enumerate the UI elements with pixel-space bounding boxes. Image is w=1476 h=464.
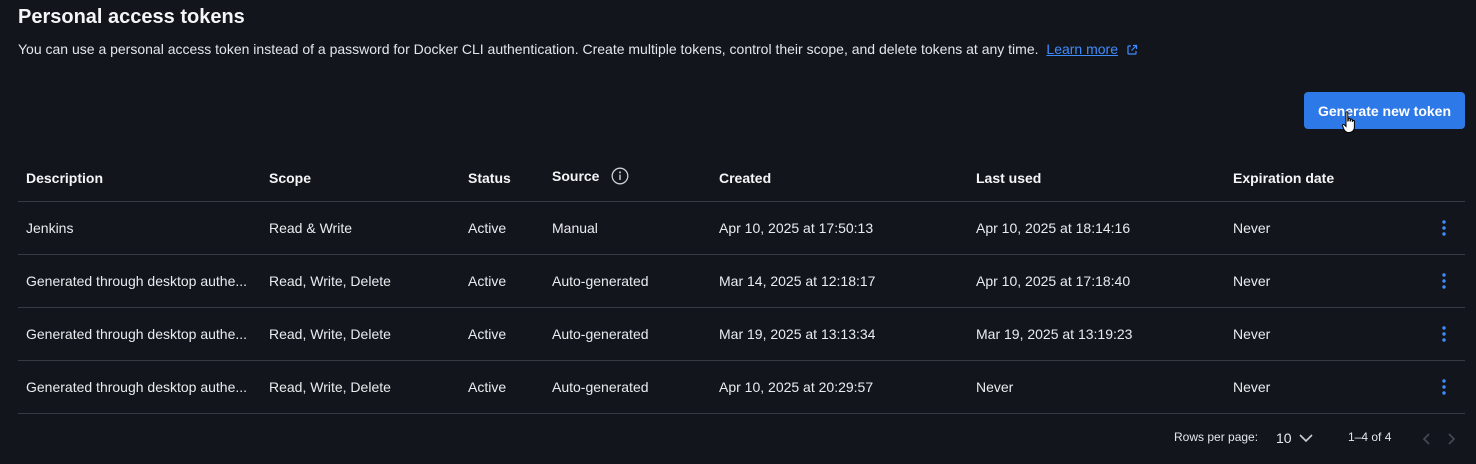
chevron-right-icon[interactable] [1446,432,1456,451]
cell-status: Active [460,254,544,308]
cell-scope: Read, Write, Delete [261,360,460,414]
cell-last-used: Mar 19, 2025 at 13:19:23 [968,307,1225,361]
cell-source: Auto-generated [544,360,711,414]
tokens-table: Description Scope Status Source Created … [18,154,1465,414]
chevron-down-icon [1292,430,1314,446]
hand-pointer-cursor [1341,111,1355,133]
kebab-menu-icon[interactable] [1415,360,1465,414]
cell-expiration: Never [1225,360,1415,414]
kebab-menu-icon[interactable] [1415,201,1465,255]
table-row[interactable]: Generated through desktop authe... Read,… [18,254,1465,308]
kebab-menu-icon[interactable] [1415,254,1465,308]
info-icon[interactable] [611,167,629,188]
column-header-last-used[interactable]: Last used [968,154,1225,202]
cell-created: Apr 10, 2025 at 17:50:13 [711,201,968,255]
kebab-menu-icon[interactable] [1415,307,1465,361]
pagination-range: 1–4 of 4 [1348,430,1392,444]
cell-status: Active [460,307,544,361]
cell-status: Active [460,201,544,255]
cell-expiration: Never [1225,254,1415,308]
cell-source: Manual [544,201,711,255]
learn-more-link[interactable]: Learn more [1046,41,1118,57]
cell-created: Mar 19, 2025 at 13:13:34 [711,307,968,361]
page-description: You can use a personal access token inst… [18,41,1138,59]
column-header-scope[interactable]: Scope [261,154,460,202]
column-header-actions [1415,154,1465,202]
column-header-created[interactable]: Created [711,154,968,202]
cell-scope: Read, Write, Delete [261,307,460,361]
cell-created: Apr 10, 2025 at 20:29:57 [711,360,968,414]
cell-description: Generated through desktop authe... [18,360,261,414]
column-header-status[interactable]: Status [460,154,544,202]
rows-per-page-value: 10 [1276,430,1292,446]
cell-last-used: Never [968,360,1225,414]
cell-source: Auto-generated [544,307,711,361]
cell-status: Active [460,360,544,414]
cell-description: Jenkins [18,201,261,255]
cell-description: Generated through desktop authe... [18,254,261,308]
cell-last-used: Apr 10, 2025 at 17:18:40 [968,254,1225,308]
column-header-source[interactable]: Source [544,154,711,202]
cell-expiration: Never [1225,201,1415,255]
personal-access-tokens-page: Personal access tokens You can use a per… [0,0,1476,464]
rows-per-page-select[interactable]: 10 [1276,430,1314,446]
column-header-description[interactable]: Description [18,154,261,202]
cell-scope: Read, Write, Delete [261,254,460,308]
generate-new-token-button[interactable]: Generate new token [1304,92,1465,129]
table-row[interactable]: Generated through desktop authe... Read,… [18,307,1465,361]
cell-last-used: Apr 10, 2025 at 18:14:16 [968,201,1225,255]
chevron-left-icon[interactable] [1422,432,1432,451]
page-title: Personal access tokens [18,6,245,28]
cell-created: Mar 14, 2025 at 12:18:17 [711,254,968,308]
cell-description: Generated through desktop authe... [18,307,261,361]
table-row[interactable]: Jenkins Read & Write Active Manual Apr 1… [18,201,1465,255]
rows-per-page-label: Rows per page: [1174,430,1259,444]
cell-scope: Read & Write [261,201,460,255]
cell-expiration: Never [1225,307,1415,361]
table-row[interactable]: Generated through desktop authe... Read,… [18,360,1465,414]
table-header-row: Description Scope Status Source Created … [18,154,1465,202]
column-header-source-label: Source [552,168,600,184]
description-text: You can use a personal access token inst… [18,41,1039,57]
external-link-icon[interactable] [1126,43,1138,59]
column-header-expiration-date[interactable]: Expiration date [1225,154,1415,202]
cell-source: Auto-generated [544,254,711,308]
